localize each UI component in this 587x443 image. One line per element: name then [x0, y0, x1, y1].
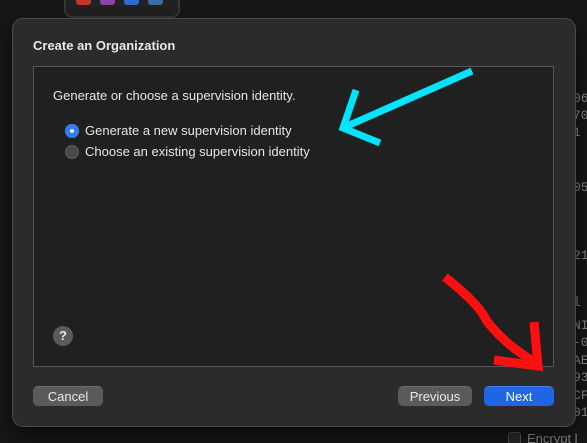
radio-button-selected[interactable] — [65, 123, 79, 138]
option-label: Choose an existing supervision identity — [85, 144, 310, 159]
option-label: Generate a new supervision identity — [85, 123, 292, 138]
app-icon — [124, 0, 139, 5]
background-device-thumbnail — [64, 0, 180, 18]
dialog-prompt: Generate or choose a supervision identit… — [53, 88, 296, 103]
next-button[interactable]: Next — [484, 386, 554, 406]
create-organization-dialog: Create an Organization Generate or choos… — [12, 18, 576, 427]
help-button[interactable]: ? — [53, 326, 73, 346]
radio-button-unselected[interactable] — [65, 144, 79, 159]
app-icon — [148, 0, 163, 5]
previous-button[interactable]: Previous — [398, 386, 472, 406]
dialog-title: Create an Organization — [33, 38, 176, 53]
app-icon — [76, 0, 91, 5]
app-icon — [100, 0, 115, 5]
option-generate-new-identity[interactable]: Generate a new supervision identity — [65, 123, 292, 138]
option-choose-existing-identity[interactable]: Choose an existing supervision identity — [65, 144, 310, 159]
screen: 06- 70 1 05 212 l NI -0 AE 93 CF 01 Encr… — [0, 0, 587, 443]
encrypt-label: Encrypt l — [527, 431, 578, 443]
encrypt-checkbox[interactable] — [508, 432, 521, 443]
content-panel: Generate or choose a supervision identit… — [33, 66, 554, 367]
cancel-button[interactable]: Cancel — [33, 386, 103, 406]
